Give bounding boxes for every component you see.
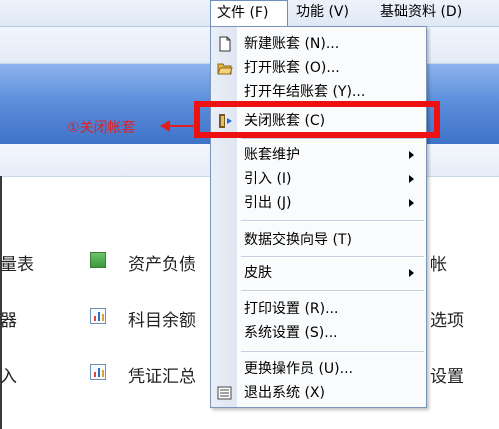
menu-item-change-operator[interactable]: 更换操作员 (U)... — [211, 358, 426, 380]
bg-item-balance-sheet[interactable]: 资产负债 — [128, 250, 196, 275]
bg-right-text-1: 帐 — [430, 255, 447, 275]
menu-item-print-setup[interactable]: 打印设置 (R)... — [211, 298, 426, 320]
menu-item-open-yearend-account[interactable]: 打开年结账套 (Y)... — [211, 81, 426, 103]
menu-item-skin[interactable]: 皮肤 — [211, 262, 426, 284]
menu-item-system-settings[interactable]: 系统设置 (S)... — [211, 322, 426, 344]
new-file-icon — [217, 36, 233, 52]
submenu-arrow-icon — [409, 175, 414, 183]
left-edge — [0, 176, 2, 429]
menu-item-exit-system[interactable]: 退出系统 (X) — [211, 382, 426, 404]
highlight-box — [194, 101, 440, 138]
menu-file[interactable]: 文件 (F) — [210, 0, 288, 26]
bg-item-voucher-summary[interactable]: 凭证汇总 — [128, 362, 196, 387]
bg-left-text-3: 入 — [0, 367, 17, 387]
menu-item-import[interactable]: 引入 (I) — [211, 168, 426, 190]
bg-right-text-2: 选项 — [430, 311, 464, 331]
menu-separator — [241, 290, 424, 292]
menu-item-data-exchange-wizard[interactable]: 数据交换向导 (T) — [211, 229, 426, 251]
menu-item-open-account[interactable]: 打开账套 (O)... — [211, 57, 426, 79]
bg-left-text-1: 量表 — [0, 255, 34, 275]
menu-function[interactable]: 功能 (V) — [290, 0, 368, 26]
menubar: 文件 (F) 功能 (V) 基础资料 (D) — [0, 0, 499, 27]
open-folder-icon — [217, 60, 233, 76]
menu-separator — [241, 351, 424, 353]
annotation-arrow-icon — [160, 120, 170, 132]
sheet-icon — [90, 252, 106, 268]
bg-left-text-2: 器 — [0, 311, 17, 331]
annotation-label: ①关闭帐套 — [67, 120, 136, 136]
menu-separator — [241, 138, 424, 140]
bg-right-text-3: 设置 — [430, 367, 464, 387]
chart-icon — [90, 364, 106, 380]
chart-icon — [90, 308, 106, 324]
menu-item-account-maintenance[interactable]: 账套维护 — [211, 144, 426, 166]
menu-basic-data[interactable]: 基础资料 (D) — [374, 0, 499, 26]
exit-icon — [217, 385, 233, 401]
menu-item-new-account[interactable]: 新建账套 (N)... — [211, 33, 426, 55]
submenu-arrow-icon — [409, 269, 414, 277]
menu-separator — [241, 256, 424, 258]
file-menu-dropdown: 新建账套 (N)... 打开账套 (O)... 打开年结账套 (Y)... 关闭… — [210, 26, 427, 408]
menu-item-export[interactable]: 引出 (J) — [211, 192, 426, 214]
submenu-arrow-icon — [409, 151, 414, 159]
menu-separator — [241, 220, 424, 222]
bg-item-account-balance[interactable]: 科目余额 — [128, 306, 196, 331]
submenu-arrow-icon — [409, 199, 414, 207]
